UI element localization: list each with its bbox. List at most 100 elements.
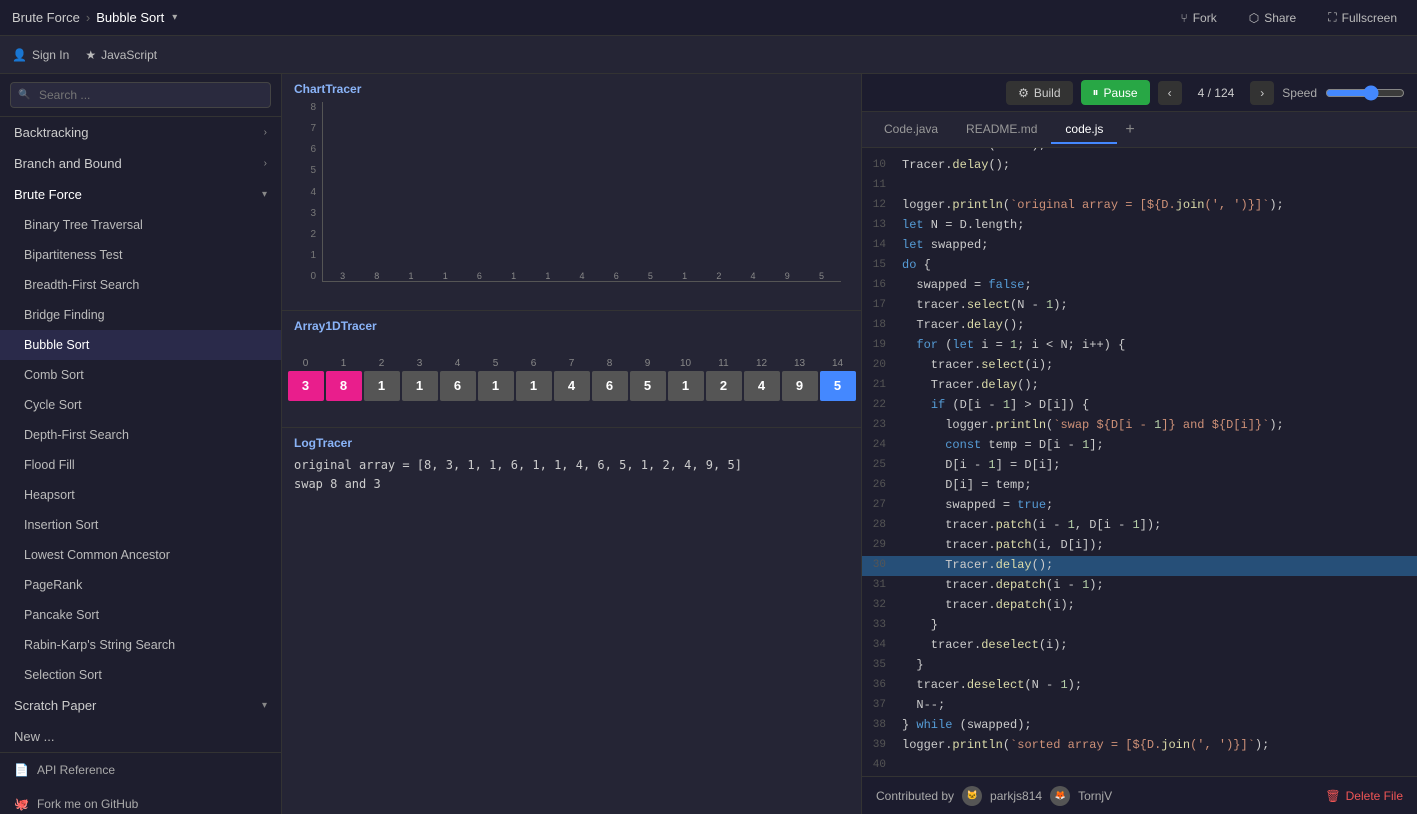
array-index-9: 9: [630, 358, 666, 369]
insertion-sort-label: Insertion Sort: [24, 518, 98, 532]
bar-label-10: 1: [682, 271, 687, 281]
code-line-18: 18 Tracer.delay();: [862, 316, 1417, 336]
sidebar-item-branch-bound[interactable]: Branch and Bound ›: [0, 148, 281, 179]
array-cell-12: 4: [744, 371, 780, 401]
array-cell-0: 3: [288, 371, 324, 401]
sidebar-item-cycle-sort[interactable]: Cycle Sort: [0, 390, 281, 420]
next-button[interactable]: ›: [1250, 81, 1274, 105]
github-label: Fork me on GitHub: [37, 797, 138, 811]
code-line-30: 30 Tracer.delay();: [862, 556, 1417, 576]
delete-label: Delete File: [1346, 789, 1403, 803]
line-number-15: 15: [862, 256, 894, 276]
sidebar-item-bfs[interactable]: Breadth-First Search: [0, 270, 281, 300]
code-footer: Contributed by 🐱 parkjs814 🦊 TornjV 🗑 De…: [862, 776, 1417, 814]
star-icon: ★: [85, 48, 96, 62]
array-cell-2: 1: [364, 371, 400, 401]
code-line-12: 12logger.println(`original array = [${D.…: [862, 196, 1417, 216]
sidebar-item-new[interactable]: New ...: [0, 721, 281, 752]
line-content-12: logger.println(`original array = [${D.jo…: [894, 196, 1417, 216]
line-number-38: 38: [862, 716, 894, 736]
line-content-10: Tracer.delay();: [894, 156, 1417, 176]
build-button[interactable]: ⚙ Build: [1006, 81, 1072, 105]
code-line-35: 35 }: [862, 656, 1417, 676]
sidebar-item-insertion-sort[interactable]: Insertion Sort: [0, 510, 281, 540]
tab-code-js[interactable]: code.js: [1051, 116, 1117, 144]
breadcrumb-parent[interactable]: Brute Force: [12, 10, 80, 25]
tab-code-java[interactable]: Code.java: [870, 116, 952, 144]
search-input[interactable]: [10, 82, 271, 108]
sidebar-item-heapsort[interactable]: Heapsort: [0, 480, 281, 510]
share-icon: ⬡: [1249, 11, 1259, 25]
sidebar-item-flood-fill[interactable]: Flood Fill: [0, 450, 281, 480]
line-content-34: tracer.deselect(i);: [894, 636, 1417, 656]
bar-label-12: 4: [751, 271, 756, 281]
line-number-20: 20: [862, 356, 894, 376]
main-layout: Backtracking › Branch and Bound › Brute …: [0, 74, 1417, 814]
bar-label-0: 3: [340, 271, 345, 281]
chart-bar-11: 2: [703, 269, 734, 281]
chevron-right-icon-2: ›: [264, 158, 267, 169]
bfs-label: Breadth-First Search: [24, 278, 139, 292]
code-line-37: 37 N--;: [862, 696, 1417, 716]
language-button[interactable]: ★ JavaScript: [85, 48, 157, 62]
contributor-name-2: TornjV: [1078, 789, 1112, 803]
sidebar-item-comb-sort[interactable]: Comb Sort: [0, 360, 281, 390]
language-label: JavaScript: [101, 48, 157, 62]
sidebar-item-selection-sort[interactable]: Selection Sort: [0, 660, 281, 690]
sidebar-item-pagerank[interactable]: PageRank: [0, 570, 281, 600]
sidebar-item-rabin-karp[interactable]: Rabin-Karp's String Search: [0, 630, 281, 660]
log-lines: original array = [8, 3, 1, 1, 6, 1, 1, 4…: [294, 456, 849, 494]
sidebar-item-binary-tree[interactable]: Binary Tree Traversal: [0, 210, 281, 240]
sidebar-item-dfs[interactable]: Depth-First Search: [0, 420, 281, 450]
add-tab-button[interactable]: +: [1117, 117, 1142, 143]
array-cell-9: 5: [630, 371, 666, 401]
fork-button[interactable]: ⑂ Fork: [1173, 8, 1225, 28]
array-index-5: 5: [478, 358, 514, 369]
tab-readme[interactable]: README.md: [952, 116, 1051, 144]
center-panel: ChartTracer 0 1 2 3 4 5 6 7 8 3811611465…: [282, 74, 862, 814]
sidebar-item-scratch-paper[interactable]: Scratch Paper ▾: [0, 690, 281, 721]
share-label: Share: [1264, 11, 1296, 25]
code-line-26: 26 D[i] = temp;: [862, 476, 1417, 496]
line-content-22: if (D[i - 1] > D[i]) {: [894, 396, 1417, 416]
pause-icon: ⏸: [1093, 85, 1099, 100]
bar-label-7: 4: [580, 271, 585, 281]
sidebar-item-backtracking[interactable]: Backtracking ›: [0, 117, 281, 148]
code-area[interactable]: 1const { Tracer, Array1DTracer, ChartTra…: [862, 148, 1417, 776]
sidebar-item-bipartiteness[interactable]: Bipartiteness Test: [0, 240, 281, 270]
line-number-9: 9: [862, 148, 894, 156]
sidebar-item-pancake[interactable]: Pancake Sort: [0, 600, 281, 630]
line-content-32: tracer.depatch(i);: [894, 596, 1417, 616]
signin-button[interactable]: 👤 Sign In: [12, 48, 69, 62]
github-icon: 🐙: [14, 797, 29, 811]
array-display: 01234567891011121314 381161146512495: [294, 339, 849, 419]
delete-file-button[interactable]: 🗑 Delete File: [1325, 789, 1403, 803]
sidebar-item-brute-force[interactable]: Brute Force ▾: [0, 179, 281, 210]
line-content-19: for (let i = 1; i < N; i++) {: [894, 336, 1417, 356]
binary-tree-label: Binary Tree Traversal: [24, 218, 143, 232]
speed-slider[interactable]: [1325, 85, 1405, 101]
line-content-16: swapped = false;: [894, 276, 1417, 296]
dropdown-arrow-icon[interactable]: ▾: [172, 12, 177, 23]
share-button[interactable]: ⬡ Share: [1241, 8, 1305, 28]
chart-bar-2: 1: [395, 269, 426, 281]
pause-button[interactable]: ⏸ Pause: [1081, 80, 1150, 105]
array-index-14: 14: [820, 358, 856, 369]
fullscreen-button[interactable]: ⛶ Fullscreen: [1320, 7, 1405, 28]
backtracking-label: Backtracking: [14, 125, 88, 140]
sidebar-item-lca[interactable]: Lowest Common Ancestor: [0, 540, 281, 570]
api-reference-link[interactable]: 📄 API Reference: [0, 753, 281, 787]
array-cell-11: 2: [706, 371, 742, 401]
code-line-19: 19 for (let i = 1; i < N; i++) {: [862, 336, 1417, 356]
github-link[interactable]: 🐙 Fork me on GitHub: [0, 787, 281, 814]
bubble-sort-label: Bubble Sort: [24, 338, 89, 352]
array-index-13: 13: [782, 358, 818, 369]
chart-bar-0: 3: [327, 269, 358, 281]
sidebar-item-bubble-sort[interactable]: Bubble Sort: [0, 330, 281, 360]
sidebar-item-bridge[interactable]: Bridge Finding: [0, 300, 281, 330]
contributor-name-1: parkjs814: [990, 789, 1042, 803]
chevron-down-icon-2: ▾: [262, 700, 267, 711]
fullscreen-icon: ⛶: [1328, 10, 1336, 25]
prev-button[interactable]: ‹: [1158, 81, 1182, 105]
chart-bar-14: 5: [806, 269, 837, 281]
